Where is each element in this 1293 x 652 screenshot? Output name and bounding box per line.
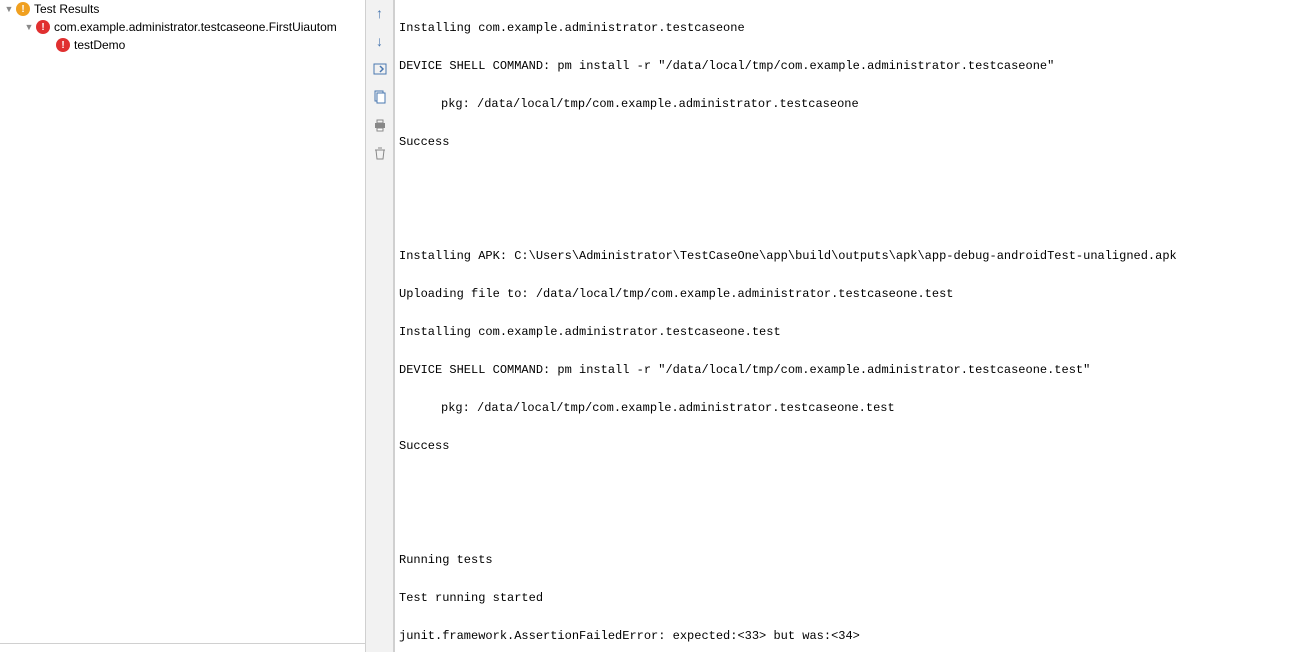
tree-label-test: testDemo bbox=[74, 38, 125, 52]
next-failure-button[interactable]: ↓ bbox=[369, 30, 391, 52]
console-line: DEVICE SHELL COMMAND: pm install -r "/da… bbox=[399, 361, 1289, 380]
toolbar-strip: ↑ ↓ bbox=[366, 0, 394, 652]
console-line: pkg: /data/local/tmp/com.example.adminis… bbox=[399, 399, 1289, 418]
print-button[interactable] bbox=[369, 114, 391, 136]
console-line: Running tests bbox=[399, 551, 1289, 570]
arrow-down-icon[interactable]: ▼ bbox=[4, 4, 14, 14]
console-line: junit.framework.AssertionFailedError: ex… bbox=[399, 627, 1289, 646]
copy-button[interactable] bbox=[369, 86, 391, 108]
prev-failure-button[interactable]: ↑ bbox=[369, 2, 391, 24]
console-line: DEVICE SHELL COMMAND: pm install -r "/da… bbox=[399, 57, 1289, 76]
console-line: Installing com.example.administrator.tes… bbox=[399, 19, 1289, 38]
console-line: Installing APK: C:\Users\Administrator\T… bbox=[399, 247, 1289, 266]
export-button[interactable] bbox=[369, 58, 391, 80]
arrow-down-icon[interactable]: ▼ bbox=[24, 22, 34, 32]
trash-button[interactable] bbox=[369, 142, 391, 164]
tree-label-root: Test Results bbox=[34, 2, 99, 16]
error-icon: ! bbox=[56, 38, 70, 52]
error-icon: ! bbox=[36, 20, 50, 34]
console-line: Success bbox=[399, 133, 1289, 152]
tree-row-test[interactable]: ! testDemo bbox=[0, 36, 365, 54]
console-line: Success bbox=[399, 437, 1289, 456]
console-output: Installing com.example.administrator.tes… bbox=[394, 0, 1293, 652]
tree-row-class[interactable]: ▼ ! com.example.administrator.testcaseon… bbox=[0, 18, 365, 36]
console-line: Uploading file to: /data/local/tmp/com.e… bbox=[399, 285, 1289, 304]
tree-label-class: com.example.administrator.testcaseone.Fi… bbox=[54, 20, 337, 34]
warning-icon: ! bbox=[16, 2, 30, 16]
console-line: Installing com.example.administrator.tes… bbox=[399, 323, 1289, 342]
test-tree-panel: ▼ ! Test Results ▼ ! com.example.adminis… bbox=[0, 0, 366, 652]
tree-row-root[interactable]: ▼ ! Test Results bbox=[0, 0, 365, 18]
console-line: pkg: /data/local/tmp/com.example.adminis… bbox=[399, 95, 1289, 114]
console-line: Test running started bbox=[399, 589, 1289, 608]
